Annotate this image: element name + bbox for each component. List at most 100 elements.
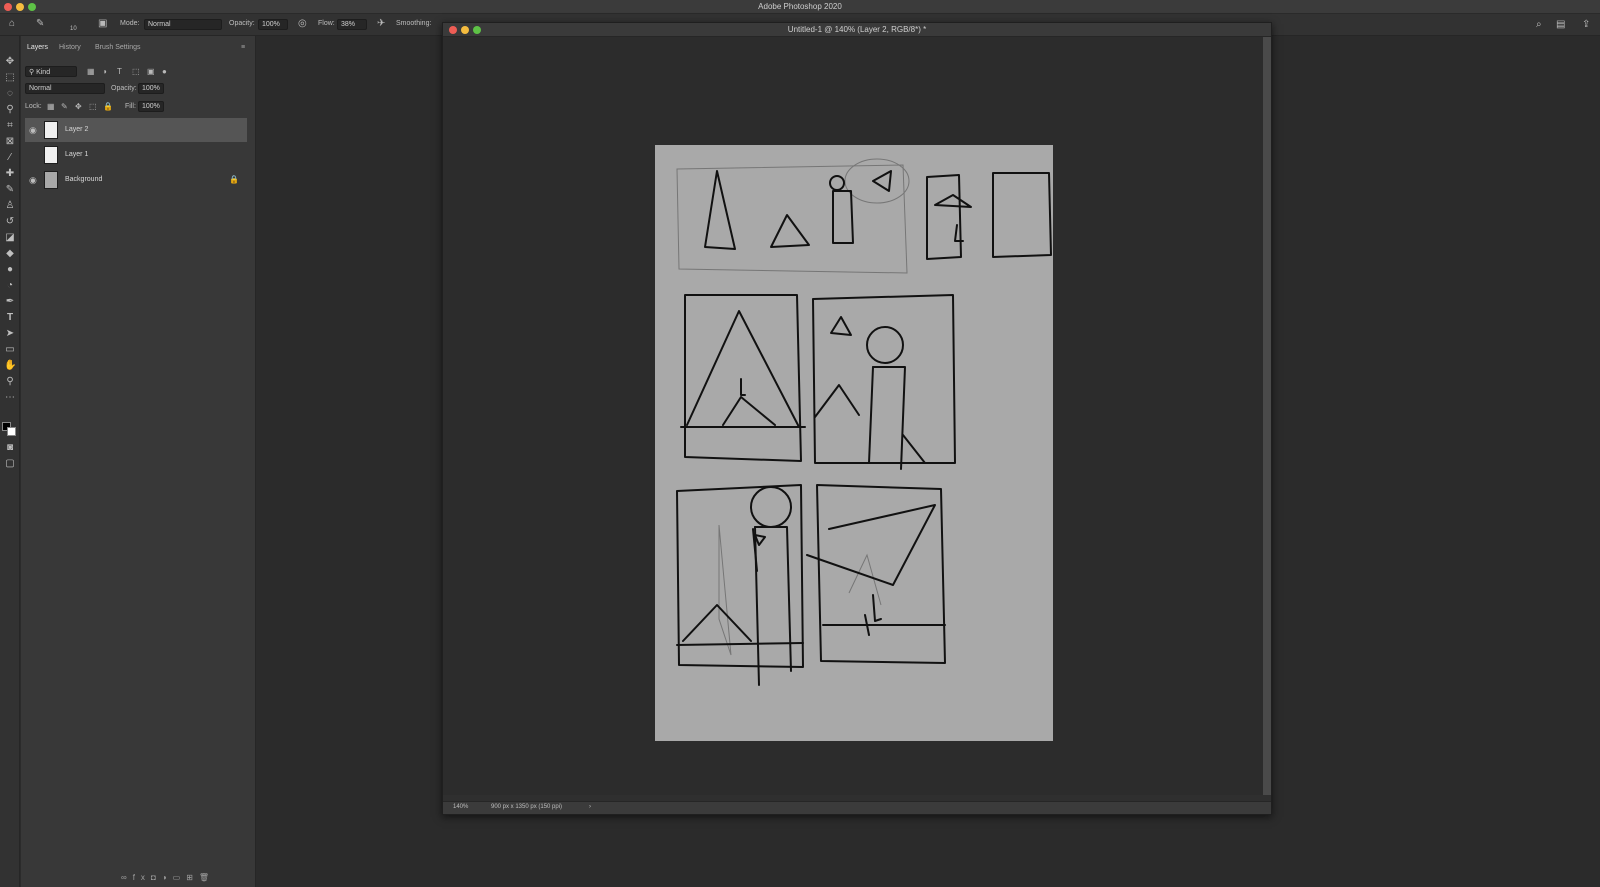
canvas[interactable]	[655, 145, 1053, 741]
canvas-workspace[interactable]	[443, 37, 1265, 795]
brush-tool-icon[interactable]: ✎	[4, 184, 16, 196]
tab-layers[interactable]: Layers	[27, 44, 48, 51]
rectangle-tool-icon[interactable]: ▭	[4, 344, 16, 356]
frame-tool-icon[interactable]: ⊠	[4, 136, 16, 148]
lock-row: Lock: ▦ ✎ ✥ ⬚ 🔒 Fill: 100%	[25, 101, 245, 113]
mode-select[interactable]: Normal	[144, 19, 222, 30]
tab-history[interactable]: History	[59, 44, 81, 51]
filter-pixel-icon[interactable]: ▦	[87, 67, 95, 77]
brush-tool-preset-icon[interactable]: ✎	[36, 19, 44, 29]
eraser-tool-icon[interactable]: ◪	[4, 232, 16, 244]
type-tool-icon[interactable]: T	[4, 312, 16, 324]
vertical-scrollbar[interactable]	[1263, 37, 1271, 795]
pen-tool-icon[interactable]: ✒	[4, 296, 16, 308]
brush-size-value[interactable]: 10	[70, 26, 77, 32]
fill-label: Fill:	[125, 103, 136, 110]
lasso-tool-icon[interactable]: ◌	[4, 88, 16, 100]
document-titlebar: Untitled-1 @ 140% (Layer 2, RGB/8*) *	[443, 23, 1271, 37]
opacity-input[interactable]: 100%	[258, 19, 288, 30]
layer-name[interactable]: Layer 2	[65, 126, 88, 133]
filter-adjustment-icon[interactable]: ◑	[102, 67, 107, 77]
layer-name[interactable]: Background	[65, 176, 102, 183]
layers-panel: Layers History Brush Settings ≡ ⚲ Kind ▦…	[21, 36, 256, 887]
smoothing-label: Smoothing:	[396, 20, 432, 27]
background-color-swatch[interactable]	[7, 427, 16, 436]
blend-row: Normal Opacity: 100%	[25, 83, 245, 95]
filter-kind-value: Kind	[36, 69, 51, 76]
dodge-tool-icon[interactable]: ◔	[4, 280, 16, 292]
path-selection-tool-icon[interactable]: ➤	[4, 328, 16, 340]
lock-transparent-pixels-icon[interactable]: ▦	[47, 102, 55, 112]
filter-toggle-icon[interactable]: ●	[162, 67, 167, 77]
screen-mode-icon[interactable]: ▢	[4, 458, 16, 470]
layer-thumbnail	[44, 121, 58, 139]
lock-artboard-icon[interactable]: ⬚	[89, 102, 97, 112]
quick-mask-icon[interactable]: ◙	[4, 442, 16, 454]
filter-type-icon[interactable]: T	[117, 67, 122, 77]
layer-name[interactable]: Layer 1	[65, 151, 88, 158]
blur-tool-icon[interactable]: ●	[4, 264, 16, 276]
home-icon[interactable]: ⌂	[9, 19, 15, 29]
app-title: Adobe Photoshop 2020	[758, 2, 842, 11]
adjustment-layer-icon[interactable]: ◑	[162, 873, 173, 882]
lock-position-icon[interactable]: ✥	[75, 102, 82, 112]
filter-smart-object-icon[interactable]: ▣	[147, 67, 155, 77]
layer-row-layer-1[interactable]: Layer 1	[25, 143, 247, 167]
panel-tabs: Layers History Brush Settings ≡	[21, 42, 256, 56]
lock-image-pixels-icon[interactable]: ✎	[61, 102, 68, 112]
lock-all-icon[interactable]: 🔒	[103, 102, 113, 112]
magic-wand-tool-icon[interactable]: ⚲	[4, 104, 16, 116]
layer-style-icon[interactable]: fx	[133, 873, 151, 882]
eyedropper-tool-icon[interactable]: ⁄	[4, 152, 16, 164]
delete-layer-icon[interactable]: 🗑	[199, 873, 215, 882]
layers-panel-actions: ∞fx◘◑▭⊞🗑	[121, 873, 215, 882]
add-mask-icon[interactable]: ◘	[151, 873, 162, 882]
hand-tool-icon[interactable]: ✋	[4, 360, 16, 372]
link-layers-icon[interactable]: ∞	[121, 873, 133, 882]
move-tool-icon[interactable]: ✥	[4, 56, 16, 68]
marquee-tool-icon[interactable]: ⬚	[4, 72, 16, 84]
clone-stamp-tool-icon[interactable]: ♙	[4, 200, 16, 212]
layer-row-layer-2[interactable]: ◉ Layer 2	[25, 118, 247, 142]
search-icon[interactable]: ⌕	[1536, 19, 1542, 30]
visibility-eye-icon[interactable]: ◉	[29, 125, 39, 135]
new-layer-icon[interactable]: ⊞	[186, 873, 199, 882]
healing-brush-tool-icon[interactable]: ✚	[4, 168, 16, 180]
mode-label: Mode:	[120, 20, 140, 27]
new-group-icon[interactable]: ▭	[173, 873, 187, 882]
blend-mode-select[interactable]: Normal	[25, 83, 105, 94]
layer-thumbnail	[44, 146, 58, 164]
document-window: Untitled-1 @ 140% (Layer 2, RGB/8*) * 14…	[442, 22, 1272, 815]
share-icon[interactable]: ⇪	[1582, 19, 1590, 30]
zoom-level[interactable]: 140%	[453, 804, 468, 810]
layer-filter-row: ⚲ Kind ▦ ◑ T ⬚ ▣ ●	[25, 66, 245, 78]
brush-panel-toggle-icon[interactable]: ▣	[98, 19, 107, 29]
airbrush-icon[interactable]: ✈	[377, 19, 385, 29]
lock-label: Lock:	[25, 103, 42, 110]
tools-panel: ✥ ⬚ ◌ ⚲ ⌗ ⊠ ⁄ ✚ ✎ ♙ ↺ ◪ ◆ ● ◔ ✒ T ➤ ▭ ✋ …	[0, 36, 20, 887]
opacity-label: Opacity:	[229, 20, 255, 27]
zoom-tool-icon[interactable]: ⚲	[4, 376, 16, 388]
layer-opacity-input[interactable]: 100%	[138, 83, 164, 94]
filter-shape-icon[interactable]: ⬚	[132, 67, 140, 77]
fill-input[interactable]: 100%	[138, 101, 164, 112]
pressure-opacity-icon[interactable]: ◎	[298, 19, 307, 29]
workspace-icon[interactable]: ▤	[1556, 19, 1565, 30]
tab-brush-settings[interactable]: Brush Settings	[95, 44, 141, 51]
filter-kind-select[interactable]: ⚲ Kind	[25, 66, 77, 77]
layer-lock-icon: 🔒	[229, 175, 239, 184]
document-title: Untitled-1 @ 140% (Layer 2, RGB/8*) *	[787, 25, 927, 34]
more-tools-icon[interactable]: ⋯	[4, 392, 16, 404]
crop-tool-icon[interactable]: ⌗	[4, 120, 16, 132]
panel-menu-icon[interactable]: ≡	[241, 44, 245, 51]
visibility-toggle-empty[interactable]	[29, 150, 39, 160]
history-brush-tool-icon[interactable]: ↺	[4, 216, 16, 228]
paint-bucket-tool-icon[interactable]: ◆	[4, 248, 16, 260]
status-menu-arrow-icon[interactable]: ›	[589, 804, 591, 810]
document-dimensions: 900 px x 1350 px (150 ppi)	[491, 804, 563, 810]
layer-row-background[interactable]: ◉ Background 🔒	[25, 168, 247, 192]
flow-input[interactable]: 38%	[337, 19, 367, 30]
sketch-drawing	[676, 158, 1052, 686]
visibility-eye-icon[interactable]: ◉	[29, 175, 39, 185]
flow-label: Flow:	[318, 20, 335, 27]
